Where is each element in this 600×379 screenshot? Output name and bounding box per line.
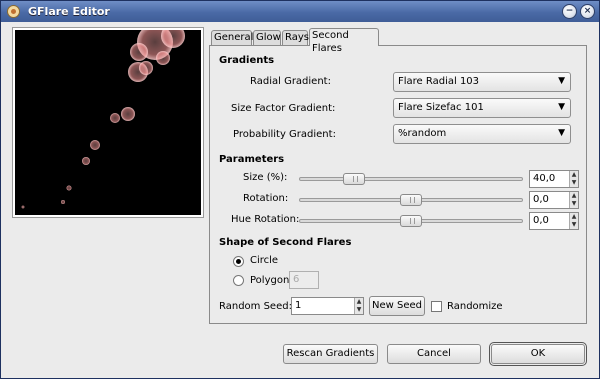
app-icon	[7, 5, 20, 18]
spin-arrows-icon[interactable]: ▲ ▼	[569, 192, 578, 208]
tab-second-flares[interactable]: Second Flares	[309, 28, 379, 54]
rotation-slider-handle[interactable]	[400, 194, 422, 206]
random-seed-label: Random Seed:	[219, 301, 292, 312]
tab-rays[interactable]: Rays	[282, 30, 309, 45]
parameters-heading: Parameters	[219, 154, 285, 165]
spin-arrows-icon[interactable]: ▲ ▼	[569, 213, 578, 229]
chevron-down-icon: ▼	[558, 102, 565, 112]
cancel-button[interactable]: Cancel	[387, 344, 481, 364]
randomize-label[interactable]: Randomize	[447, 301, 503, 312]
rotation-value: 0,0	[533, 194, 549, 205]
random-seed-value: 1	[295, 300, 302, 311]
tab-general[interactable]: General	[211, 30, 254, 45]
size-factor-gradient-label: Size Factor Gradient:	[231, 103, 336, 114]
tab-general-label: General	[214, 32, 254, 43]
flare-preview-image	[21, 30, 185, 209]
circle-label[interactable]: Circle	[250, 255, 278, 266]
size-value: 40,0	[533, 173, 556, 184]
second-flares-page: Gradients Radial Gradient: Flare Radial …	[209, 45, 587, 324]
ok-button[interactable]: OK	[489, 342, 587, 366]
close-button[interactable]: ×	[580, 4, 595, 19]
spin-arrows-icon[interactable]: ▲ ▼	[569, 171, 578, 187]
chevron-down-icon: ▼	[558, 76, 565, 86]
radial-gradient-value: Flare Radial 103	[398, 76, 480, 87]
radial-gradient-select[interactable]: Flare Radial 103 ▼	[393, 72, 571, 92]
title-bar[interactable]: GFlare Editor − ×	[1, 1, 599, 22]
probability-gradient-select[interactable]: %random ▼	[393, 124, 571, 144]
probability-gradient-value: %random	[398, 128, 447, 139]
polygon-sides-value: 6	[293, 274, 300, 285]
tab-glow-label: Glow	[256, 32, 281, 43]
rescan-gradients-button[interactable]: Rescan Gradients	[283, 344, 378, 364]
polygon-sides-input[interactable]: 6	[289, 271, 319, 289]
hue-rotation-label: Hue Rotation:	[231, 214, 300, 225]
rotation-spinbutton[interactable]: 0,0 ▲ ▼	[529, 191, 579, 209]
hue-rotation-spinbutton[interactable]: 0,0 ▲ ▼	[529, 212, 579, 230]
tab-rays-label: Rays	[285, 32, 309, 43]
size-label: Size (%):	[243, 172, 288, 183]
window-title: GFlare Editor	[28, 5, 110, 18]
gflare-editor-window: GFlare Editor − × General Glow Rays Seco…	[0, 0, 600, 379]
polygon-radio[interactable]	[233, 275, 244, 286]
shape-heading: Shape of Second Flares	[219, 237, 352, 248]
hue-rotation-value: 0,0	[533, 215, 549, 226]
size-factor-gradient-value: Flare Sizefac 101	[398, 102, 484, 113]
chevron-down-icon: ▼	[558, 128, 565, 138]
size-slider-handle[interactable]	[343, 173, 366, 185]
circle-radio[interactable]	[233, 256, 244, 267]
rotation-label: Rotation:	[243, 193, 289, 204]
radial-gradient-label: Radial Gradient:	[250, 76, 331, 87]
polygon-label[interactable]: Polygon	[250, 275, 289, 286]
tab-glow[interactable]: Glow	[253, 30, 281, 45]
random-seed-spinbutton[interactable]: 1 ▲ ▼	[291, 297, 364, 315]
size-slider-track[interactable]	[299, 177, 523, 181]
spin-arrows-icon[interactable]: ▲ ▼	[354, 298, 363, 314]
probability-gradient-label: Probability Gradient:	[233, 129, 336, 140]
minimize-button[interactable]: −	[562, 4, 577, 19]
size-spinbutton[interactable]: 40,0 ▲ ▼	[529, 170, 579, 188]
hue-rotation-slider-handle[interactable]	[400, 215, 422, 227]
gradients-heading: Gradients	[219, 55, 275, 66]
new-seed-button[interactable]: New Seed	[369, 296, 425, 316]
size-factor-gradient-select[interactable]: Flare Sizefac 101 ▼	[393, 98, 571, 118]
flare-preview	[12, 27, 204, 218]
randomize-checkbox[interactable]	[431, 301, 442, 312]
